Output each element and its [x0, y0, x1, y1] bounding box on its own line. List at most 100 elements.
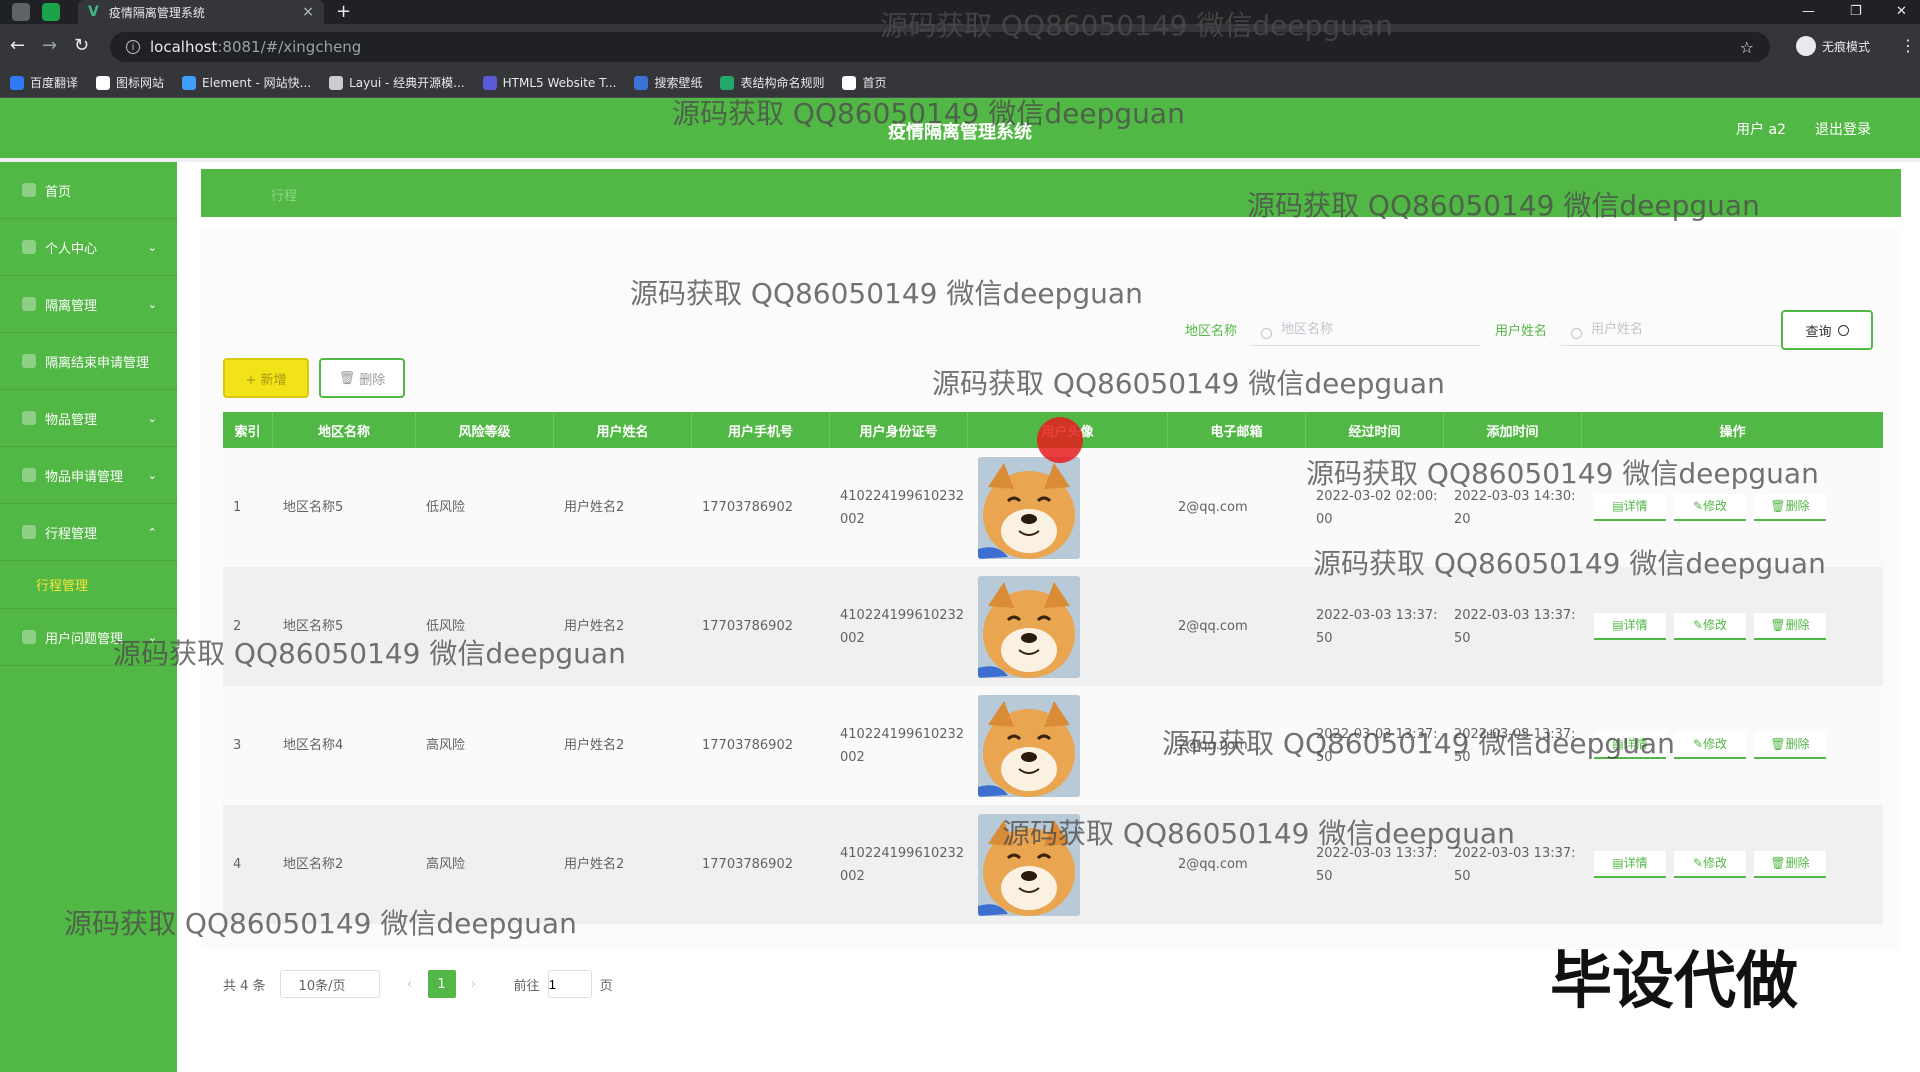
- sidebar-item[interactable]: 隔离管理 ⌄: [0, 276, 177, 333]
- delete-button[interactable]: 🗑 删除: [1754, 613, 1826, 640]
- bookmark-item[interactable]: Layui - 经典开源模...: [329, 74, 465, 91]
- sidebar-item[interactable]: 首页: [0, 162, 177, 219]
- edit-button[interactable]: ✎ 修改: [1674, 613, 1746, 640]
- detail-button[interactable]: ▤ 详情: [1594, 732, 1666, 759]
- tab-close-icon[interactable]: ×: [302, 4, 314, 20]
- column-header[interactable]: 操作: [1582, 412, 1883, 448]
- column-header[interactable]: 风险等级: [416, 412, 554, 448]
- chevron-down-icon: ⌄: [147, 630, 157, 644]
- site-info-icon[interactable]: i: [126, 40, 140, 54]
- column-header[interactable]: 用户姓名: [554, 412, 692, 448]
- column-header[interactable]: 索引: [223, 412, 273, 448]
- browser-tab-active[interactable]: V 疫情隔离管理系统 ×: [78, 0, 324, 24]
- avatar[interactable]: [978, 575, 1080, 678]
- cell-risk: 低风险: [426, 500, 466, 515]
- cell-pass_time: 2022-03-02 02:00:00: [1316, 488, 1438, 527]
- url-field[interactable]: i localhost :8081/#/xingcheng ☆: [110, 32, 1770, 62]
- pager-page-unit: 页: [599, 978, 613, 994]
- table-row[interactable]: 1 地区名称5 低风险 用户姓名2 17703786902 410224199610232…: [223, 448, 1883, 567]
- edit-icon: ✎: [1692, 856, 1704, 870]
- sidebar-subitem-itinerary[interactable]: 行程管理: [0, 561, 177, 609]
- username-search-label: 用户姓名: [1495, 324, 1548, 339]
- cell-name: 用户姓名2: [564, 738, 625, 753]
- sidebar-item[interactable]: 行程管理 ⌃: [0, 504, 177, 561]
- avatar[interactable]: [978, 456, 1080, 559]
- pager-next-icon[interactable]: ›: [460, 977, 488, 992]
- table-row[interactable]: 4 地区名称2 高风险 用户姓名2 17703786902 410224199610232…: [223, 805, 1883, 924]
- delete-button[interactable]: 🗑 删除: [1754, 732, 1826, 759]
- sidebar-item[interactable]: 隔离结束申请管理: [0, 333, 177, 390]
- bookmark-item[interactable]: 百度翻译: [10, 74, 78, 91]
- logout-link[interactable]: 退出登录: [1815, 119, 1871, 139]
- browser-menu-icon[interactable]: ⋮: [1900, 36, 1916, 55]
- column-header[interactable]: 地区名称: [273, 412, 416, 448]
- bookmark-item[interactable]: 首页: [842, 74, 887, 91]
- avatar[interactable]: [978, 694, 1080, 797]
- delete-button[interactable]: 🗑 删除: [1754, 851, 1826, 878]
- bookmark-star-icon[interactable]: ☆: [1740, 38, 1754, 57]
- avatar[interactable]: [978, 813, 1080, 916]
- detail-button[interactable]: ▤ 详情: [1594, 494, 1666, 521]
- sidebar: 首页 个人中心 ⌄ 隔离管理 ⌄ 隔离结束申请管理 物品管理 ⌄ 物品申请管理 ⌄ 行程管理 ⌃ 行程管…: [0, 162, 177, 1072]
- menu-icon: [22, 354, 36, 368]
- sidebar-item[interactable]: 物品管理 ⌄: [0, 390, 177, 447]
- column-header[interactable]: 电子邮箱: [1168, 412, 1306, 448]
- detail-button[interactable]: ▤ 详情: [1594, 613, 1666, 640]
- sidebar-item-label: 物品管理: [45, 412, 98, 428]
- cell-region: 地区名称4: [283, 738, 344, 753]
- column-header[interactable]: 经过时间: [1306, 412, 1444, 448]
- column-header[interactable]: 添加时间: [1444, 412, 1582, 448]
- edit-button[interactable]: ✎ 修改: [1674, 494, 1746, 521]
- table-row[interactable]: 3 地区名称4 高风险 用户姓名2 17703786902 410224199610232…: [223, 686, 1883, 805]
- sidebar-item-label: 行程管理: [45, 526, 98, 542]
- close-window-icon[interactable]: ✕: [1896, 0, 1907, 24]
- forward-icon[interactable]: →: [42, 36, 57, 56]
- edit-button[interactable]: ✎ 修改: [1674, 851, 1746, 878]
- pinned-tab-icon[interactable]: [42, 3, 60, 21]
- query-button[interactable]: 查询: [1781, 310, 1873, 350]
- username-search-input[interactable]: [1561, 314, 1791, 346]
- bookmark-item[interactable]: HTML5 Website T...: [482, 75, 616, 90]
- table-row[interactable]: 2 地区名称5 低风险 用户姓名2 17703786902 410224199610232…: [223, 567, 1883, 686]
- actions-cell: ▤ 详情 ✎ 修改 🗑 删除: [1582, 686, 1883, 805]
- sidebar-item[interactable]: 用户问题管理 ⌄: [0, 609, 177, 666]
- detail-button-label: 详情: [1623, 618, 1648, 632]
- cell-pass_time: 2022-03-03 13:37:50: [1316, 607, 1438, 646]
- add-button[interactable]: + 新增: [223, 358, 309, 398]
- restore-icon[interactable]: ❐: [1850, 0, 1862, 24]
- detail-button[interactable]: ▤ 详情: [1594, 851, 1666, 878]
- breadcrumb[interactable]: 行程: [271, 185, 297, 204]
- cell-email: 2@qq.com: [1178, 857, 1248, 872]
- pager-total: 共 4 条: [223, 978, 266, 994]
- column-header[interactable]: 用户身份证号: [830, 412, 968, 448]
- batch-delete-button[interactable]: 🗑 删除: [319, 358, 405, 398]
- cell-phone: 17703786902: [702, 738, 793, 753]
- pager-prev-icon[interactable]: ‹: [396, 977, 424, 992]
- pager-goto-input[interactable]: [547, 970, 592, 998]
- reload-icon[interactable]: ↻: [74, 36, 89, 56]
- edit-button-label: 修改: [1703, 856, 1728, 870]
- incognito-indicator[interactable]: 无痕模式: [1796, 36, 1870, 56]
- bookmark-favicon-icon: [182, 75, 197, 90]
- pager-size-select[interactable]: 10条/页: [279, 970, 380, 998]
- edit-button[interactable]: ✎ 修改: [1674, 732, 1746, 759]
- delete-button[interactable]: 🗑 删除: [1754, 494, 1826, 521]
- minimize-icon[interactable]: —: [1802, 0, 1815, 24]
- cell-pass_time: 2022-03-03 13:37:50: [1316, 845, 1438, 884]
- column-header[interactable]: 用户手机号: [692, 412, 830, 448]
- sidebar-item[interactable]: 物品申请管理 ⌄: [0, 447, 177, 504]
- bookmark-item[interactable]: 搜索壁纸: [634, 74, 702, 91]
- new-tab-button[interactable]: +: [336, 0, 351, 24]
- cell-index: 3: [233, 738, 242, 753]
- bookmark-item[interactable]: 图标网站: [96, 74, 164, 91]
- bookmark-item[interactable]: Element - 网站快...: [182, 74, 311, 91]
- profile-icon[interactable]: [12, 3, 30, 21]
- batch-delete-label: 删除: [359, 372, 386, 388]
- delete-icon: 🗑: [1770, 618, 1786, 632]
- menu-icon: [22, 240, 36, 254]
- sidebar-item[interactable]: 个人中心 ⌄: [0, 219, 177, 276]
- region-search-input[interactable]: [1251, 314, 1481, 346]
- back-icon[interactable]: ←: [10, 36, 25, 56]
- pager-current-page[interactable]: 1: [427, 970, 456, 998]
- bookmark-item[interactable]: 表结构命名规则: [720, 74, 824, 91]
